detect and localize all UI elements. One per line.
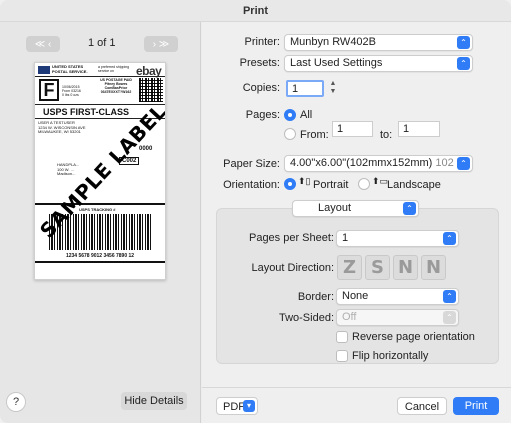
from-page-input[interactable]: 1 [332,121,373,137]
to-page-input[interactable]: 1 [398,121,440,137]
chevron-updown-icon: ⌃ [403,202,416,215]
previous-page-button[interactable]: ≪ ‹ [26,36,60,52]
postage-line: 0347EXXXT?W162 [100,90,132,94]
printer-value: Munbyn RW402B [290,36,377,48]
landscape-radio[interactable] [358,178,370,190]
usps-name: UNITED STATES POSTAL SERVICE. [52,64,88,74]
preview-pane: ≪ ‹ 1 of 1 › ≫ UNITED STATES POSTAL SERV… [0,22,201,423]
pdf-menu-button[interactable]: PDF ▾ [216,397,258,415]
cancel-button[interactable]: Cancel [397,397,447,415]
date-block: 10/06/2015 From 03216 0 lbs 0 ozs [62,85,94,97]
chevron-up-icon[interactable]: ▲ [328,80,338,88]
pages-per-sheet-label: Pages per Sheet: [248,232,334,244]
ebay-tagline: a preferred shipping service on [98,65,130,73]
printer-label: Printer: [244,36,280,48]
pages-to-label: to: [380,129,393,141]
help-button[interactable]: ? [6,392,26,412]
presets-popup[interactable]: Last Used Settings ⌃ [284,55,473,72]
portrait-label: Portrait [313,179,349,191]
paper-size-label: Paper Size: [223,158,280,170]
next-page-button[interactable]: › ≫ [144,36,178,52]
copies-stepper[interactable]: ▲ ▼ [328,80,338,97]
section-value: Layout [318,202,352,214]
reverse-orientation-checkbox[interactable] [336,331,348,343]
chevron-updown-icon: ⌃ [457,36,470,49]
return-address: USER A TESTUSER 1234 W. WISCONSIN AVE MI… [38,120,108,135]
layout-direction-n-button[interactable]: N [393,255,418,280]
tracking-number: 1234 5678 9012 3456 7890 12 [65,253,135,259]
landscape-label: Landscape [387,179,441,191]
divider [35,104,165,105]
portrait-radio[interactable] [284,178,296,190]
chevron-updown-icon: ⌃ [443,290,456,303]
dialog-footer: PDF ▾ Cancel Print [202,387,511,423]
page-indicator: 1 of 1 [88,37,116,49]
qr-code [139,78,163,102]
two-sided-label: Two-Sided: [278,312,334,324]
usps-eagle-icon [38,66,50,74]
print-button[interactable]: Print [453,397,499,415]
border-value: None [342,290,369,302]
portrait-icon: ⬆▯ [298,176,311,186]
layout-direction-label: Layout Direction: [251,262,334,274]
presets-value: Last Used Settings [290,57,383,69]
layout-direction-s-button[interactable]: S [365,255,390,280]
pages-label: Pages: [245,109,280,121]
paper-size-value: 4.00"x6.00"(102mmx152mm) [290,157,433,169]
printer-popup[interactable]: Munbyn RW402B ⌃ [284,34,473,51]
border-label: Border: [297,291,334,303]
chevron-down-icon: ▾ [243,400,255,412]
pages-per-sheet-value: 1 [342,232,349,244]
class-letter: F [39,79,59,101]
copies-label: Copies: [242,82,280,94]
chevron-updown-icon: ⌃ [457,157,470,170]
previous-page-icon: ≪ ‹ [34,38,52,50]
next-page-icon: › ≫ [152,38,170,50]
landscape-icon: ⬆▭ [372,176,389,186]
copies-input[interactable]: 1 [286,80,324,97]
chevron-updown-icon: ⌃ [443,311,456,324]
divider [35,261,165,263]
pdf-label: PDF [223,401,245,413]
reverse-orientation-label: Reverse page orientation [352,331,475,343]
address-line: MILWAUKEE, WI 53201 [38,129,81,135]
orientation-label: Orientation: [223,179,280,191]
chevron-down-icon[interactable]: ▼ [328,88,338,96]
pages-per-sheet-popup[interactable]: 1 ⌃ [336,230,459,247]
pages-all-label: All [300,109,313,121]
layout-direction-n-reverse-button[interactable]: N [421,255,446,280]
pages-all-radio[interactable] [284,109,296,121]
hide-details-button[interactable]: Hide Details [121,392,187,410]
paper-size-popup[interactable]: 4.00"x6.00"(102mmx152mm) 102 by 15... ⌃ [284,155,473,172]
flip-horizontally-checkbox[interactable] [336,350,348,362]
print-dialog: Print ≪ ‹ 1 of 1 › ≫ UNITED STATES POSTA… [0,0,511,423]
chevron-updown-icon: ⌃ [457,57,470,70]
border-popup[interactable]: None ⌃ [336,288,459,305]
divider [35,76,165,77]
two-sided-value: Off [342,311,357,323]
date-line: 0 lbs 0 ozs [62,93,79,97]
section-popup[interactable]: Layout ⌃ [292,200,419,217]
settings-pane: Printer: Munbyn RW402B ⌃ Presets: Last U… [202,22,511,423]
window-title: Print [0,0,511,22]
flip-horizontally-label: Flip horizontally [352,350,429,362]
layout-direction-z-button[interactable]: Z [337,255,362,280]
pages-from-label: From: [300,129,329,141]
label-preview: UNITED STATES POSTAL SERVICE. a preferre… [34,62,166,280]
pages-range-radio[interactable] [284,128,296,140]
postage-block: US POSTAGE PAID Pitney Bowes ComBasPrice… [95,78,137,94]
two-sided-popup[interactable]: Off ⌃ [336,309,459,326]
presets-label: Presets: [239,57,280,69]
chevron-updown-icon: ⌃ [443,232,456,245]
